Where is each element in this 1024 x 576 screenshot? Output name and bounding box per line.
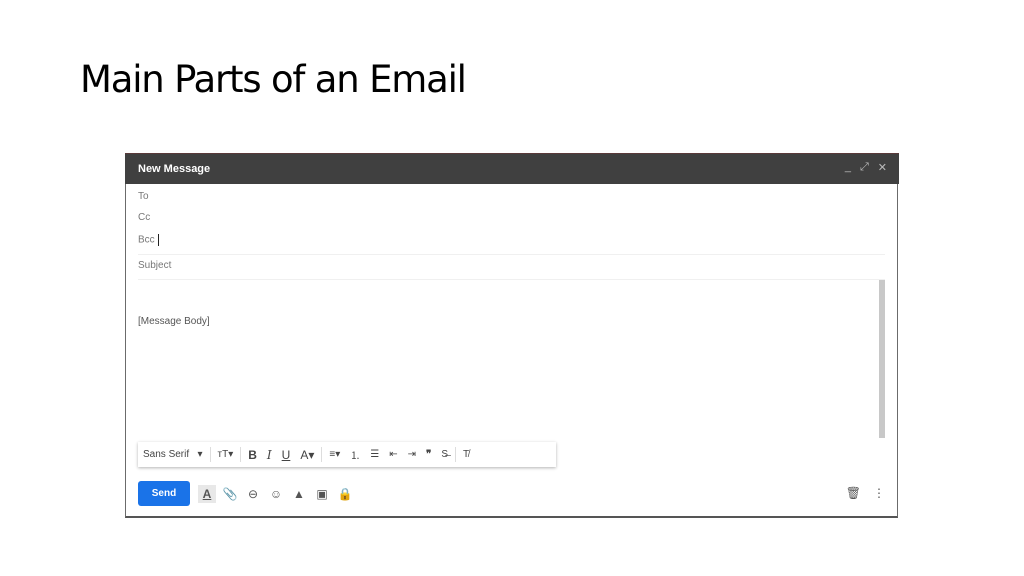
link-icon[interactable]: ⊖ [244, 485, 262, 503]
formatting-toolbar: Sans Serif ▾ ᴛT▾ B I U A▾ ≡▾ ⒈ ☰ ⇤ ⇥ ❞ S… [138, 442, 556, 467]
indent-less-icon[interactable]: ⇤ [384, 442, 402, 467]
numbered-list-icon[interactable]: ⒈ [345, 442, 365, 467]
font-select[interactable]: Sans Serif ▾ [138, 442, 208, 467]
text-color-icon[interactable]: A▾ [295, 442, 319, 467]
bottom-toolbar: Send A 📎 ⊖ ☺ ▲ ▣ 🔒 [138, 481, 359, 506]
subject-label: Subject [138, 260, 172, 271]
message-body[interactable]: [Message Body] [138, 316, 210, 327]
indent-more-icon[interactable]: ⇥ [403, 442, 421, 467]
strikethrough-icon[interactable]: S̶ [436, 442, 453, 467]
subject-field[interactable]: Subject [138, 260, 171, 271]
divider [455, 447, 457, 462]
send-button[interactable]: Send [138, 481, 190, 506]
bcc-label: Bcc [138, 234, 155, 246]
bulleted-list-icon[interactable]: ☰ [365, 442, 384, 467]
compose-title: New Message [138, 163, 211, 175]
emoji-icon[interactable]: ☺ [267, 485, 285, 503]
to-field[interactable]: To [138, 191, 149, 202]
remove-formatting-icon[interactable]: T̸ [458, 442, 474, 467]
photo-icon[interactable]: ▣ [313, 485, 331, 503]
more-options-icon[interactable]: ⋮ [873, 486, 885, 500]
cc-label: Cc [138, 212, 151, 223]
bcc-field[interactable]: Bcc [138, 234, 159, 246]
bold-icon[interactable]: B [243, 442, 262, 467]
text-cursor [157, 234, 159, 246]
cc-field[interactable]: Cc [138, 212, 150, 223]
compose-window: New Message _ ⤢ ✕ To Cc Bcc Subject [Mes… [125, 153, 899, 518]
divider [138, 279, 885, 280]
formatting-options-icon[interactable]: A [198, 484, 216, 503]
trash-icon[interactable]: 🗑 [846, 486, 861, 500]
underline-icon[interactable]: U [277, 442, 296, 467]
to-label: To [138, 191, 149, 202]
slide-title: Main Parts of an Email [80, 58, 467, 101]
drive-icon[interactable]: ▲ [290, 485, 308, 503]
divider [209, 447, 211, 462]
font-size-icon[interactable]: ᴛT▾ [213, 442, 239, 467]
attach-icon[interactable]: 📎 [221, 485, 239, 503]
divider [138, 254, 885, 255]
quote-icon[interactable]: ❞ [421, 442, 436, 467]
confidential-mode-icon[interactable]: 🔒 [336, 485, 354, 503]
compose-header: New Message _ ⤢ ✕ [125, 153, 899, 184]
italic-icon[interactable]: I [262, 442, 277, 467]
close-icon[interactable]: ✕ [878, 161, 887, 174]
align-icon[interactable]: ≡▾ [324, 442, 345, 467]
divider [240, 447, 242, 462]
expand-icon[interactable]: ⤢ [860, 161, 869, 174]
chevron-down-icon: ▾ [197, 449, 203, 460]
scrollbar[interactable] [879, 280, 885, 438]
divider [321, 447, 323, 462]
minimize-icon[interactable]: _ [845, 161, 851, 174]
